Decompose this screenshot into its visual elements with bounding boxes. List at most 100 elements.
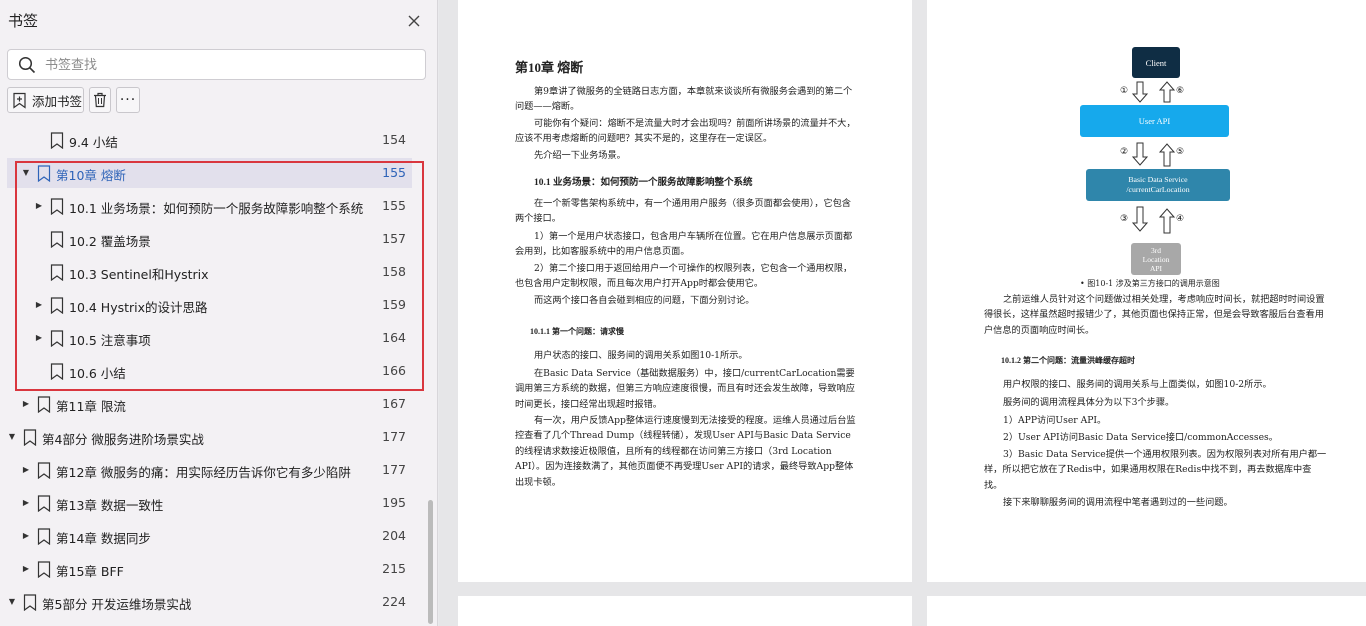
pdf-page: 第10章 熔断 第9章讲了微服务的全链路日志方面，本章就来谈谈所有微服务会遇到的… (458, 0, 912, 582)
bookmark-label: 10.3 Sentinel和Hystrix (69, 267, 209, 282)
bookmark-icon (50, 132, 64, 149)
bookmark-icon (50, 264, 64, 281)
bookmark-item[interactable]: ▶ 10.1 业务场景：如何预防一个服务故障影响整个系统 155 (7, 191, 412, 221)
expand-down-icon[interactable]: ▼ (7, 597, 17, 607)
bookmark-page-number: 159 (382, 297, 406, 312)
bookmark-page-number: 155 (382, 198, 406, 213)
bookmark-item[interactable]: ▶ 第14章 数据同步 204 (7, 521, 412, 551)
bookmark-icon (50, 297, 64, 314)
bookmark-item[interactable]: 10.3 Sentinel和Hystrix 158 (7, 257, 412, 287)
expand-right-icon[interactable]: ▶ (21, 564, 31, 574)
expand-right-icon[interactable]: ▶ (21, 531, 31, 541)
bookmark-page-number: 164 (382, 330, 406, 345)
bookmark-icon (23, 429, 37, 446)
step-number: ⑤ (1176, 147, 1185, 157)
subsection-heading: 10.1.2 第二个问题：流量洪峰缓存超时 (1001, 356, 1135, 365)
bookmark-icon (50, 363, 64, 380)
search-icon (18, 56, 36, 74)
bookmark-page-number: 158 (382, 264, 406, 279)
expand-down-icon[interactable]: ▼ (21, 168, 31, 178)
bookmark-label: 第10章 熔断 (56, 168, 126, 183)
paragraph: 第9章讲了微服务的全链路日志方面，本章就来谈谈所有微服务会遇到的第二个问题——熔… (515, 86, 853, 113)
paragraph: 而这两个接口各自会碰到相应的问题，下面分别讨论。 (534, 295, 755, 306)
document-view[interactable]: 第10章 熔断 第9章讲了微服务的全链路日志方面，本章就来谈谈所有微服务会遇到的… (439, 0, 1366, 626)
bookmark-icon (50, 330, 64, 347)
bookmark-item[interactable]: ▼ 第4部分 微服务进阶场景实战 177 (7, 422, 412, 452)
bookmark-icon (37, 561, 51, 578)
bookmark-page-number: 224 (382, 594, 406, 609)
bookmark-page-number: 167 (382, 396, 406, 411)
expand-down-icon[interactable]: ▼ (7, 432, 17, 442)
bookmark-page-number: 155 (382, 165, 406, 180)
bookmark-icon (37, 495, 51, 512)
pdf-page: Client User API Basic Data Service /curr… (927, 0, 1366, 582)
bookmark-label: 10.2 覆盖场景 (69, 234, 151, 249)
bookmark-item[interactable]: 10.6 小结 166 (7, 356, 412, 386)
bookmark-icon (37, 396, 51, 413)
bookmark-label: 第15章 BFF (56, 564, 124, 579)
bookmark-search-input[interactable] (45, 54, 415, 76)
close-icon[interactable] (404, 11, 424, 31)
pdf-page (927, 596, 1366, 626)
step-number: ④ (1176, 214, 1185, 224)
paragraph: 在一个新零售架构系统中，有一个通用用户服务（很多页面都会使用），它包含两个接口。 (515, 198, 851, 225)
bookmark-label: 9.4 小结 (69, 135, 118, 150)
paragraph: 3）Basic Data Service提供一个通用权限列表。因为权限列表对所有… (984, 449, 1327, 491)
bookmark-label: 10.6 小结 (69, 366, 126, 381)
bookmark-item[interactable]: ▶ 第11章 限流 167 (7, 389, 412, 419)
bookmark-page-number: 177 (382, 429, 406, 444)
expand-right-icon[interactable]: ▶ (21, 465, 31, 475)
bookmark-icon (37, 462, 51, 479)
bookmark-item[interactable]: ▶ 10.4 Hystrix的设计思路 159 (7, 290, 412, 320)
paragraph: 1）第一个是用户状态接口，包含用户车辆所在位置。它在用户信息展示页面都会用到，比… (515, 231, 853, 258)
sidebar-title: 书签 (8, 12, 39, 30)
bookmark-icon (37, 528, 51, 545)
bookmark-icon (50, 198, 64, 215)
expand-right-icon[interactable]: ▶ (21, 498, 31, 508)
more-icon: ··· (119, 92, 137, 108)
bookmark-label: 10.4 Hystrix的设计思路 (69, 300, 208, 315)
more-options-button[interactable]: ··· (116, 87, 140, 113)
bookmark-item[interactable]: ▶ 第12章 微服务的痛：用实际经历告诉你它有多少陷阱 177 (7, 455, 412, 485)
expand-right-icon[interactable]: ▶ (21, 399, 31, 409)
chapter-title: 第10章 熔断 (515, 60, 584, 75)
bookmark-item[interactable]: 10.2 覆盖场景 157 (7, 224, 412, 254)
expand-right-icon[interactable]: ▶ (34, 201, 44, 211)
paragraph: 之前运维人员针对这个问题做过相关处理，考虑响应时间长，就把超时时间设置得很长，这… (984, 294, 1325, 336)
bookmark-item[interactable]: 9.4 小结 154 (7, 125, 412, 155)
step-number: ③ (1120, 214, 1129, 224)
paragraph: 有一次，用户反馈App整体运行速度慢到无法接受的程度。运维人员通过后台监控查看了… (515, 415, 856, 488)
paragraph: 接下来聊聊服务间的调用流程中笔者遇到过的一些问题。 (1003, 497, 1233, 508)
trash-icon (94, 92, 106, 108)
bookmark-item[interactable]: ▶ 10.5 注意事项 164 (7, 323, 412, 353)
step-number: ② (1120, 147, 1129, 157)
paragraph: 2）User API访问Basic Data Service接口/commonA… (1003, 432, 1278, 443)
pdf-page (458, 596, 912, 626)
bookmark-item[interactable]: ▼ 第5部分 开发运维场景实战 224 (7, 587, 412, 617)
diagram-arrows (1131, 81, 1176, 234)
paragraph: 可能你有个疑问：熔断不是流量大时才会出现吗？前面所讲场景的流量并不大，应该不用考… (515, 118, 856, 145)
bookmark-item[interactable]: ▼ 第10章 熔断 155 (7, 158, 412, 188)
delete-bookmark-button[interactable] (89, 87, 111, 113)
sidebar-scrollbar[interactable] (428, 500, 433, 624)
expand-right-icon[interactable]: ▶ (34, 333, 44, 343)
bookmark-label: 10.5 注意事项 (69, 333, 151, 348)
bookmark-page-number: 166 (382, 363, 406, 378)
subsection-heading: 10.1.1 第一个问题：请求慢 (530, 327, 624, 336)
expand-right-icon[interactable]: ▶ (34, 300, 44, 310)
add-bookmark-label: 添加书签 (32, 93, 83, 109)
step-number: ① (1120, 86, 1129, 96)
bookmark-label: 第12章 微服务的痛：用实际经历告诉你它有多少陷阱 (56, 465, 351, 480)
bookmark-page-number: 215 (382, 561, 406, 576)
paragraph: 服务间的调用流程具体分为以下3个步骤。 (1003, 397, 1175, 408)
bookmark-item[interactable]: ▶ 第15章 BFF 215 (7, 554, 412, 584)
bookmark-icon (37, 165, 51, 182)
bookmark-page-number: 154 (382, 132, 406, 147)
bookmark-item[interactable]: ▶ 第13章 数据一致性 195 (7, 488, 412, 518)
bookmark-sidebar: 书签 添加书签 ··· 9.4 小结154▼第10章 熔断155▶10.1 (0, 0, 438, 626)
bookmark-page-number: 195 (382, 495, 406, 510)
bookmark-search-box[interactable] (7, 49, 426, 80)
section-heading: 10.1 业务场景：如何预防一个服务故障影响整个系统 (534, 178, 753, 188)
bookmark-page-number: 157 (382, 231, 406, 246)
add-bookmark-button[interactable]: 添加书签 (7, 87, 84, 113)
